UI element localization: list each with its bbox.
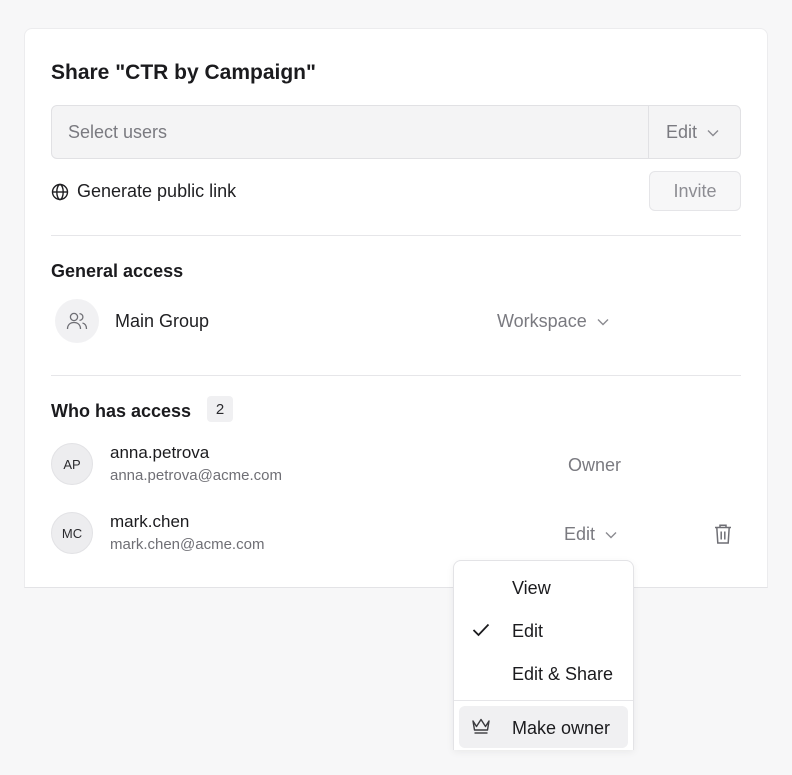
crown-icon (472, 718, 490, 734)
user-role-label: Edit (564, 524, 596, 544)
make-owner-menu-item[interactable]: Make owner (459, 706, 628, 748)
scope-label: Workspace (497, 311, 587, 331)
divider (51, 235, 741, 236)
permission-select-label: Edit (666, 122, 698, 142)
menu-item-view[interactable]: View (512, 578, 551, 599)
check-icon (472, 623, 490, 637)
chevron-down-icon (597, 318, 609, 325)
select-users-field[interactable]: Select users Edit (51, 105, 741, 159)
user-email: mark.chen@acme.com (110, 536, 265, 553)
avatar: AP (51, 443, 93, 485)
chevron-down-icon (707, 129, 719, 136)
user-role-select[interactable]: Edit (564, 524, 617, 545)
public-link-label: Generate public link (77, 181, 237, 201)
select-users-placeholder: Select users (68, 122, 168, 142)
permission-select[interactable]: Edit (666, 122, 719, 143)
group-avatar (55, 299, 99, 343)
menu-item-edit-share[interactable]: Edit & Share (512, 664, 613, 685)
general-access-heading: General access (51, 261, 184, 281)
globe-icon (51, 183, 69, 200)
select-divider (648, 106, 649, 158)
group-name: Main Group (115, 311, 210, 331)
invite-button[interactable]: Invite (649, 171, 741, 211)
user-name: mark.chen (110, 512, 190, 531)
general-access-scope-select[interactable]: Workspace (497, 311, 609, 332)
generate-public-link[interactable]: Generate public link (51, 181, 236, 202)
share-dialog: Share "CTR by Campaign" Select users Edi… (24, 28, 768, 588)
user-name: anna.petrova (110, 443, 210, 462)
role-dropdown-menu: View Edit Edit & Share Make owner (453, 560, 634, 750)
access-count-badge: 2 (207, 396, 233, 422)
menu-divider (454, 700, 633, 701)
menu-item-edit[interactable]: Edit (512, 621, 543, 642)
users-icon (66, 312, 88, 330)
user-email: anna.petrova@acme.com (110, 467, 282, 484)
owner-role-label: Owner (568, 455, 622, 475)
chevron-down-icon (605, 531, 617, 538)
who-has-access-heading: Who has access (51, 401, 192, 421)
remove-user-button[interactable] (713, 523, 733, 550)
divider (51, 375, 741, 376)
dialog-title: Share "CTR by Campaign" (51, 61, 316, 84)
make-owner-label: Make owner (512, 718, 611, 738)
trash-icon (715, 524, 731, 544)
avatar: MC (51, 512, 93, 554)
